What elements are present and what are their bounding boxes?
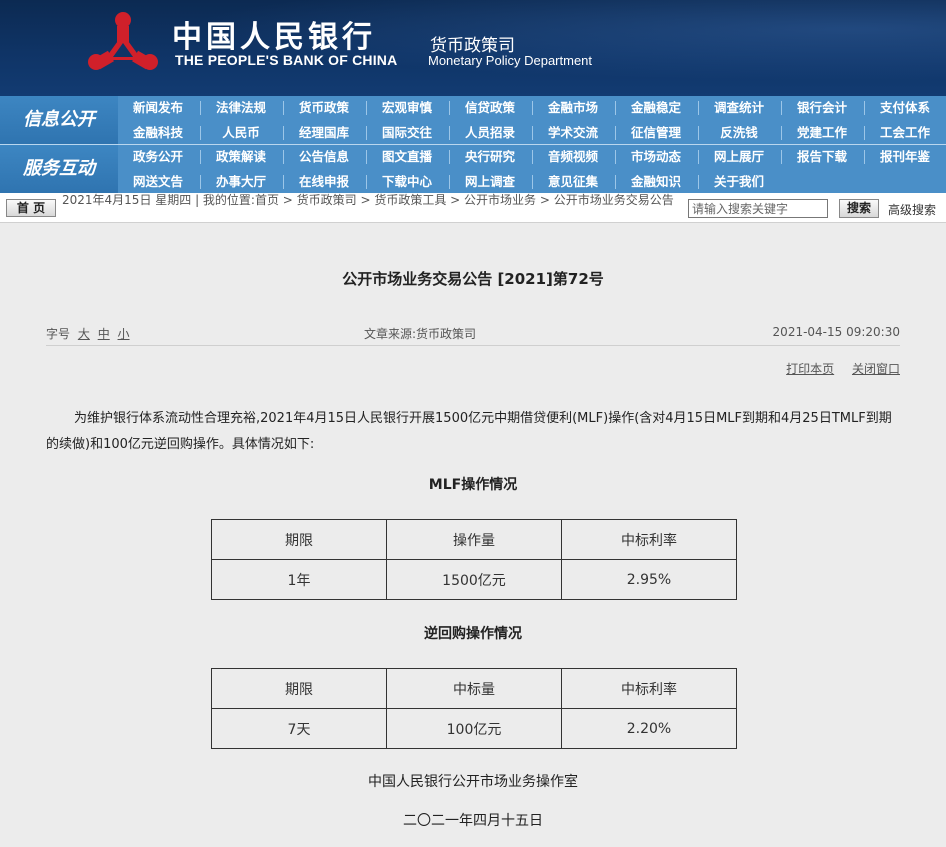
nav-item[interactable]: 人民币 [201,122,281,144]
nav-item[interactable]: 音频视频 [533,146,613,168]
font-size-label: 字号 [46,327,71,341]
table-cell: 1500亿元 [386,559,562,600]
nav-item[interactable]: 政务公开 [118,146,198,168]
table-header-cell: 期限 [211,668,387,709]
nav-item[interactable]: 金融稳定 [616,97,696,119]
mlf-table: 期限 操作量 中标利率 1年 1500亿元 2.95% [211,519,737,600]
font-size-selector: 字号 大 中 小 [46,325,130,342]
nav-item[interactable]: 金融科技 [118,122,198,144]
mlf-heading: MLF操作情况 [428,477,518,493]
nav-item[interactable]: 货币政策 [284,97,364,119]
nav-item[interactable]: 办事大厅 [201,171,281,193]
article-meta: 字号 大 中 小 文章来源:货币政策司 2021-04-15 09:20:30 [46,325,900,341]
breadcrumb-bar: 首 页 2021年4月15日 星期四 | 我的位置:首页 > 货币政策司 > 货… [0,193,946,223]
reverse-repo-table: 期限 中标量 中标利率 7天 100亿元 2.20% [211,668,737,749]
home-button[interactable]: 首 页 [6,199,56,217]
article-datetime: 2021-04-15 09:20:30 [772,325,900,339]
table-header-cell: 操作量 [386,519,562,560]
nav-item[interactable]: 意见征集 [533,171,613,193]
table-cell: 100亿元 [386,708,562,749]
sign-date: 二〇二一年四月十五日 [403,813,543,829]
nav-item[interactable]: 党建工作 [782,122,862,144]
nav-item[interactable]: 银行会计 [782,97,862,119]
nav-item[interactable]: 金融市场 [533,97,613,119]
table-header-cell: 中标利率 [561,519,737,560]
nav-item[interactable]: 网送文告 [118,171,198,193]
nav-item[interactable]: 国际交往 [367,122,447,144]
nav-item[interactable]: 工会工作 [865,122,945,144]
nav-item[interactable]: 政策解读 [201,146,281,168]
nav-item[interactable]: 公告信息 [284,146,364,168]
table-header-row: 期限 中标量 中标利率 [211,668,737,709]
nav-section-label-service: 服务互动 [0,145,118,193]
nav-item[interactable]: 宏观审慎 [367,97,447,119]
nav-section-info: 信息公开 新闻发布 法律法规 货币政策 宏观审慎 信贷政策 金融市场 金融稳定 调查统计 银行会… [0,96,946,144]
print-page-link[interactable]: 打印本页 [786,362,834,376]
breadcrumb: 2021年4月15日 星期四 | 我的位置:首页 > 货币政策司 > 货币政策工… [62,193,674,207]
reverse-repo-heading: 逆回购操作情况 [424,626,522,642]
table-row: 1年 1500亿元 2.95% [211,559,737,600]
font-size-large-link[interactable]: 大 [78,327,90,341]
article-paragraph: 为维护银行体系流动性合理充裕,2021年4月15日人民银行开展1500亿元中期借… [46,411,892,452]
table-cell: 2.95% [561,559,737,600]
font-size-medium-link[interactable]: 中 [98,327,110,341]
nav-section-service: 服务互动 政务公开 政策解读 公告信息 图文直播 央行研究 音频视频 市场动态 网上展厅 报告下… [0,145,946,193]
nav-item[interactable]: 支付体系 [865,97,945,119]
nav-item[interactable]: 法律法规 [201,97,281,119]
nav-item[interactable]: 关于我们 [699,171,779,193]
nav-item[interactable]: 征信管理 [616,122,696,144]
bank-name-cn: 中国人民银行 [172,20,376,55]
article-source: 文章来源:货币政策司 [364,327,477,341]
nav-item[interactable]: 学术交流 [533,122,613,144]
nav-item[interactable]: 新闻发布 [118,97,198,119]
table-cell: 7天 [211,708,387,749]
close-window-link[interactable]: 关闭窗口 [852,362,900,376]
dept-name-en: Monetary Policy Department [428,53,593,68]
nav-item[interactable]: 市场动态 [616,146,696,168]
advanced-search-link[interactable]: 高级搜索 [888,201,936,218]
nav-item[interactable]: 调查统计 [699,97,779,119]
nav-item[interactable]: 在线申报 [284,171,364,193]
nav-item[interactable]: 网上调查 [450,171,530,193]
page-title: 公开市场业务交易公告 [2021]第72号 [342,270,604,288]
nav-item[interactable]: 网上展厅 [699,146,779,168]
nav-item[interactable]: 报刊年鉴 [865,146,945,168]
nav-section-label-info: 信息公开 [0,96,118,144]
divider [46,345,900,346]
main-navigation: 信息公开 新闻发布 法律法规 货币政策 宏观审慎 信贷政策 金融市场 金融稳定 调查统计 银行会… [0,96,946,193]
table-header-cell: 期限 [211,519,387,560]
table-cell: 1年 [211,559,387,600]
table-header-cell: 中标量 [386,668,562,709]
nav-item[interactable]: 反洗钱 [699,122,779,144]
nav-item[interactable]: 经理国库 [284,122,364,144]
pboc-logo-icon[interactable] [86,10,160,76]
nav-item[interactable]: 下载中心 [367,171,447,193]
table-header-row: 期限 操作量 中标利率 [211,519,737,560]
table-row: 7天 100亿元 2.20% [211,708,737,749]
site-header: 中国人民银行 THE PEOPLE'S BANK OF CHINA 货币政策司 … [0,0,946,96]
signature: 中国人民银行公开市场业务操作室 [368,774,578,790]
bank-name-en: THE PEOPLE'S BANK OF CHINA [175,52,398,68]
nav-item[interactable]: 图文直播 [367,146,447,168]
nav-item[interactable]: 报告下载 [782,146,862,168]
article-tools: 打印本页 关闭窗口 [772,360,900,377]
font-size-small-link[interactable]: 小 [118,327,130,341]
nav-item[interactable]: 金融知识 [616,171,696,193]
nav-item[interactable]: 信贷政策 [450,97,530,119]
table-header-cell: 中标利率 [561,668,737,709]
table-cell: 2.20% [561,708,737,749]
search-button[interactable]: 搜索 [839,199,879,218]
nav-item[interactable]: 人员招录 [450,122,530,144]
nav-item[interactable]: 央行研究 [450,146,530,168]
search-input[interactable] [688,199,828,218]
